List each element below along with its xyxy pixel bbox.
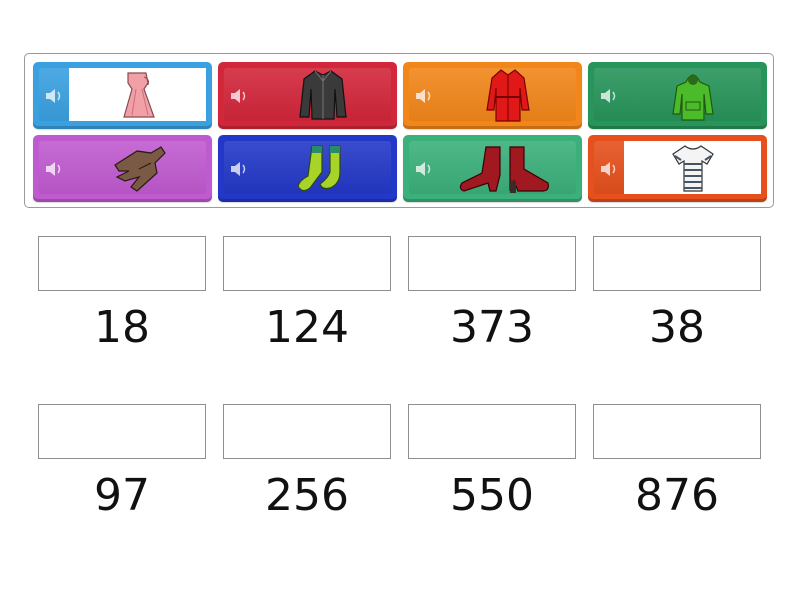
number-label: 18 [94, 302, 150, 353]
speaker-icon[interactable] [44, 89, 64, 103]
speaker-icon[interactable] [414, 89, 434, 103]
drop-slot-5[interactable] [38, 404, 206, 459]
number-label: 876 [635, 470, 719, 521]
number-label: 124 [265, 302, 349, 353]
number-label: 550 [450, 470, 534, 521]
draggable-tile-boots[interactable] [403, 135, 582, 202]
speaker-icon[interactable] [414, 162, 434, 176]
boots-icon [439, 141, 576, 194]
drop-slot-1[interactable] [38, 236, 206, 291]
draggable-tile-gloves[interactable] [33, 135, 212, 202]
coat-icon [439, 68, 576, 122]
speaker-icon[interactable] [599, 89, 619, 103]
socks-icon [254, 141, 391, 194]
speaker-icon[interactable] [44, 162, 64, 176]
speaker-icon[interactable] [229, 162, 249, 176]
drop-slot-2[interactable] [223, 236, 391, 291]
skirt-icon [69, 68, 206, 121]
draggable-tile-skirt[interactable] [33, 62, 212, 129]
gloves-icon [69, 141, 206, 194]
number-label: 373 [450, 302, 534, 353]
speaker-icon[interactable] [229, 89, 249, 103]
drop-slot-6[interactable] [223, 404, 391, 459]
draggable-tile-jacket[interactable] [218, 62, 397, 129]
draggable-tile-coat[interactable] [403, 62, 582, 129]
number-label: 97 [94, 470, 150, 521]
tshirt-icon [624, 141, 761, 194]
draggable-tile-tshirt[interactable] [588, 135, 767, 202]
drop-slot-7[interactable] [408, 404, 576, 459]
drop-slot-4[interactable] [593, 236, 761, 291]
speaker-icon[interactable] [599, 162, 619, 176]
draggable-tile-hoodie[interactable] [588, 62, 767, 129]
draggable-tile-socks[interactable] [218, 135, 397, 202]
number-label: 38 [649, 302, 705, 353]
drop-slot-8[interactable] [593, 404, 761, 459]
hoodie-icon [624, 68, 761, 121]
number-label: 256 [265, 470, 349, 521]
drop-slot-3[interactable] [408, 236, 576, 291]
jacket-icon [254, 68, 391, 121]
